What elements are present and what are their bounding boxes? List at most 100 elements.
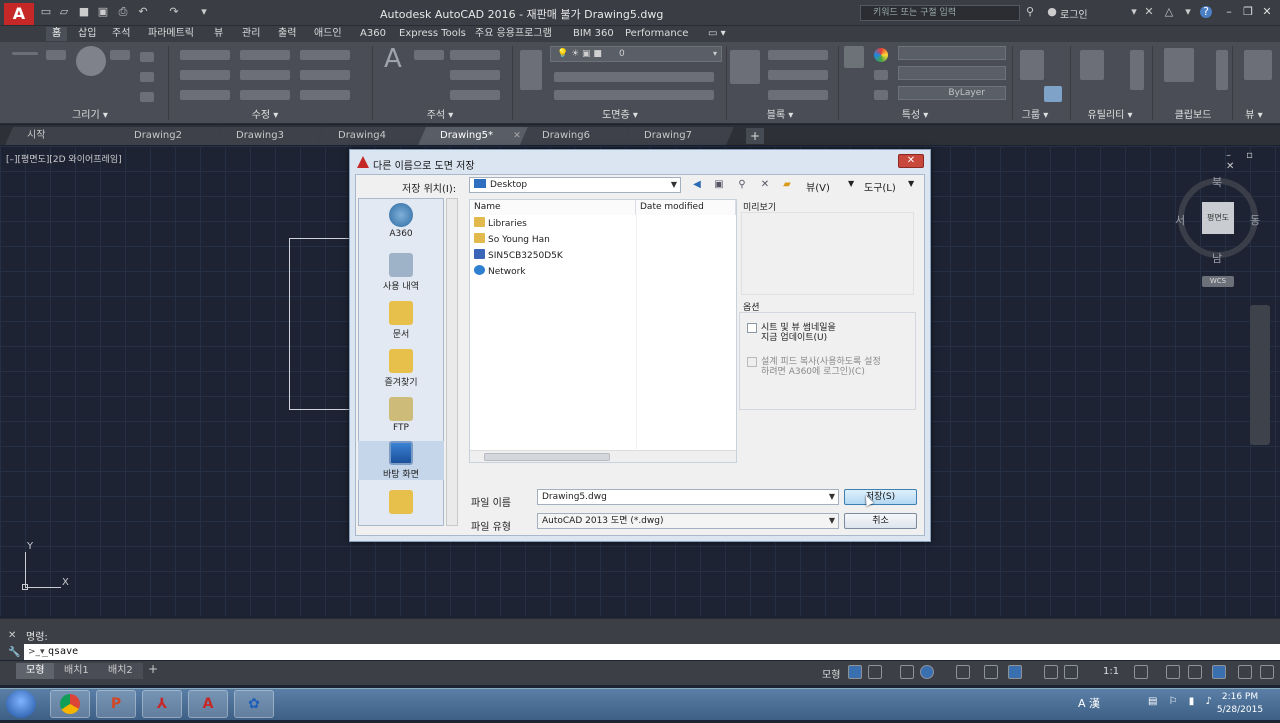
close-button[interactable]: ✕ [1260, 5, 1274, 19]
navigation-bar[interactable] [1250, 305, 1270, 445]
place-favorites[interactable]: 즐겨찾기 [358, 349, 444, 388]
up-folder-icon[interactable]: ▣ [712, 179, 726, 191]
block-tools-icon[interactable] [768, 50, 828, 60]
match-properties-icon[interactable] [844, 46, 864, 68]
model-space-button[interactable]: 모형 [822, 666, 840, 681]
login-link[interactable]: 로그인 [1060, 6, 1088, 21]
column-name[interactable]: Name [470, 200, 636, 215]
move-tool-icon[interactable] [180, 50, 230, 60]
doc-tab-drawing4[interactable]: Drawing4 [316, 127, 426, 145]
stretch-tool-icon[interactable] [180, 90, 230, 100]
compass-north[interactable]: 북 [1212, 174, 1222, 190]
a360-icon[interactable]: △ [1163, 6, 1175, 18]
app-taskbar-icon[interactable]: ✿ [234, 690, 274, 718]
panel-label-utilities[interactable]: 유틸리티 ▾ [1072, 109, 1148, 123]
new-tab-icon[interactable]: + [746, 128, 764, 144]
close-command-icon[interactable]: ✕ [8, 630, 16, 641]
panel-label-clipboard[interactable]: 클립보드 [1160, 109, 1226, 123]
layer-tools-icon[interactable] [554, 90, 714, 100]
compass-west[interactable]: 서 [1175, 212, 1185, 228]
rotate-tool-icon[interactable] [240, 50, 290, 60]
acrobat-taskbar-icon[interactable]: ⅄ [142, 690, 182, 718]
layout-tab-layout1[interactable]: 배치1 [54, 663, 99, 679]
new-folder-icon[interactable]: ▰ [780, 179, 794, 191]
ortho-icon[interactable] [900, 665, 914, 679]
place-desktop[interactable]: 바탕 화면 [358, 441, 444, 480]
customize-wrench-icon[interactable]: 🔧 [8, 647, 20, 658]
color-dropdown[interactable] [898, 46, 1006, 60]
measure-icon[interactable] [1080, 50, 1104, 80]
tools-dropdown-icon[interactable]: ▼ [908, 179, 914, 188]
block-tools-icon[interactable] [768, 90, 828, 100]
doc-tab-drawing6[interactable]: Drawing6 [520, 127, 630, 145]
chevron-down-icon[interactable]: ▼ [829, 490, 835, 504]
layer-properties-icon[interactable] [520, 50, 542, 90]
minimize-button[interactable]: – [1222, 5, 1236, 19]
auto-scale-icon[interactable] [1064, 665, 1078, 679]
array-tool-icon[interactable] [300, 90, 350, 100]
linetype-dropdown[interactable]: ByLayer [898, 86, 1006, 100]
print-icon[interactable]: ⎙ [117, 6, 129, 18]
clean-screen-icon[interactable] [1238, 665, 1252, 679]
tab-manage[interactable]: 관리 [236, 27, 266, 41]
annotate-extra-icon[interactable] [450, 90, 500, 100]
list-item[interactable]: So Young Han [474, 233, 550, 248]
ime-indicator[interactable]: A 漢 [1078, 695, 1100, 711]
panel-label-view[interactable]: 뷰 ▾ [1232, 109, 1276, 123]
search-input[interactable]: 키워드 또는 구절 입력 [860, 5, 1020, 21]
grid-icon[interactable] [848, 665, 862, 679]
object-snap-icon[interactable] [1008, 665, 1022, 679]
chrome-taskbar-icon[interactable] [50, 690, 90, 718]
tab-parametric[interactable]: 파라메트릭 [142, 27, 200, 41]
arc-tool-icon[interactable] [110, 50, 130, 60]
tray-icons[interactable]: ▤ ⚐ ▮ ♪ [1148, 696, 1216, 707]
doc-tab-drawing7[interactable]: Drawing7 [622, 127, 734, 145]
place-more[interactable] [358, 490, 444, 516]
search-web-icon[interactable]: ⚲ [735, 179, 749, 191]
viewcube-face[interactable]: 평면도 [1202, 202, 1234, 234]
panel-label-block[interactable]: 블록 ▾ [745, 109, 815, 123]
autocad-logo-icon[interactable]: A [4, 3, 34, 25]
horizontal-scrollbar[interactable] [470, 450, 736, 462]
layout-tab-layout2[interactable]: 배치2 [98, 663, 143, 679]
draw-extra-icon[interactable] [140, 72, 154, 82]
login-dropdown-icon[interactable]: ▾ [1128, 6, 1140, 18]
viewport-controls[interactable]: [–][평면도][2D 와이어프레임] [6, 152, 122, 165]
units-icon[interactable] [1188, 665, 1202, 679]
places-scrollbar[interactable] [446, 198, 458, 526]
lineweight-dropdown[interactable] [898, 66, 1006, 80]
panel-label-modify[interactable]: 수정 ▾ [210, 109, 320, 123]
system-clock[interactable]: 2:16 PM 5/28/2015 [1210, 691, 1270, 717]
draw-extra-icon[interactable] [140, 52, 154, 62]
tab-bim360[interactable]: BIM 360 [567, 27, 620, 41]
place-history[interactable]: 사용 내역 [358, 253, 444, 292]
object-snap-tracking-icon[interactable] [984, 665, 998, 679]
save-icon[interactable]: ■ [78, 6, 90, 18]
layout-tab-model[interactable]: 모형 [16, 663, 55, 679]
polyline-tool-icon[interactable] [46, 50, 66, 60]
layer-dropdown[interactable]: 💡 ☀ ▣ ■ 0 ▾ [550, 46, 722, 62]
line-tool-icon[interactable] [12, 52, 38, 55]
customization-icon[interactable] [1260, 665, 1274, 679]
column-date-modified[interactable]: Date modified [636, 200, 736, 215]
update-thumbnails-checkbox[interactable] [747, 323, 757, 333]
workspace-gear-icon[interactable] [1134, 665, 1148, 679]
undo-icon[interactable]: ↶ [137, 6, 149, 18]
list-item[interactable]: Network [474, 265, 526, 280]
binoculars-icon[interactable]: ⚲ [1024, 6, 1036, 18]
polar-tracking-icon[interactable] [920, 665, 934, 679]
help-icon[interactable]: ? [1200, 6, 1212, 18]
quick-access-dropdown-icon[interactable]: ▾ [198, 6, 210, 18]
close-tab-icon[interactable]: ✕ [512, 131, 522, 141]
block-tools-icon[interactable] [768, 70, 828, 80]
exchange-apps-icon[interactable]: ✕ [1143, 6, 1155, 18]
viewport-window-controls[interactable]: – ▫ ✕ [1226, 150, 1280, 172]
layer-tools-icon[interactable] [554, 72, 714, 82]
view-base-icon[interactable] [1244, 50, 1272, 80]
filename-input[interactable]: Drawing5.dwg ▼ [537, 489, 839, 505]
scroll-thumb[interactable] [484, 453, 610, 461]
powerpoint-taskbar-icon[interactable]: P [96, 690, 136, 718]
help-dropdown-icon[interactable]: ▾ [1182, 6, 1194, 18]
tab-performance[interactable]: Performance [619, 27, 694, 41]
tab-express-tools[interactable]: Express Tools [393, 27, 472, 41]
